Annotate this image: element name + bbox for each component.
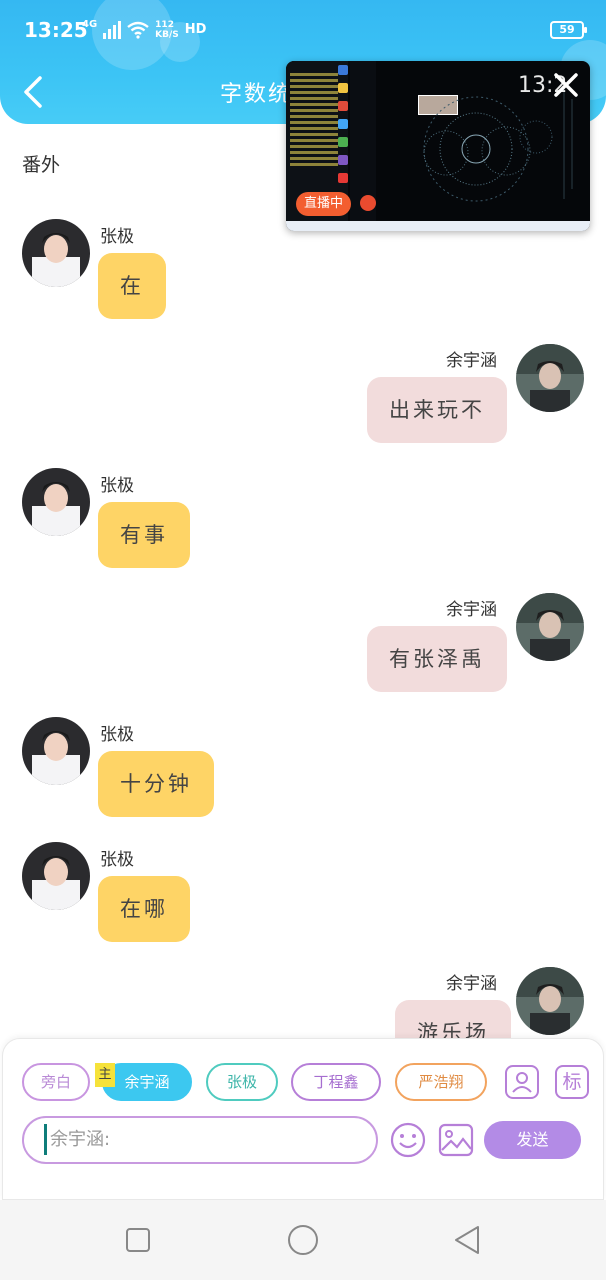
chat-bubble[interactable]: 有张泽禹 (367, 626, 507, 692)
wifi-icon (127, 21, 149, 39)
chat-bubble[interactable]: 在哪 (98, 876, 190, 942)
back-nav-icon[interactable] (450, 1222, 486, 1258)
avatar[interactable] (22, 468, 90, 536)
recents-icon[interactable] (120, 1222, 156, 1258)
network-type: 4G (82, 19, 98, 30)
avatar[interactable] (22, 717, 90, 785)
avatar[interactable] (516, 593, 584, 661)
system-nav-bar (0, 1200, 606, 1280)
avatar-photo (22, 717, 90, 785)
avatar-photo (516, 344, 584, 412)
person-icon[interactable] (505, 1065, 539, 1099)
net-speed-unit: KB/S (155, 30, 179, 40)
net-speed-value: 112 (155, 20, 174, 30)
sender-name: 张极 (100, 227, 134, 247)
avatar-photo (22, 468, 90, 536)
avatar-photo (516, 967, 584, 1035)
send-button[interactable]: 发送 (484, 1121, 581, 1159)
message-input[interactable]: 余宇涵: (22, 1116, 378, 1164)
status-time: 13:25 (24, 18, 88, 42)
live-screen-icons (338, 65, 350, 191)
label-button[interactable]: 标 (555, 1065, 589, 1099)
back-button[interactable] (18, 72, 48, 112)
close-icon[interactable] (552, 71, 580, 99)
avatar[interactable] (22, 842, 90, 910)
chat-bubble[interactable]: 有事 (98, 502, 190, 568)
hd-icon: HD (184, 22, 207, 37)
avatar-photo (22, 219, 90, 287)
live-screen-list (290, 73, 338, 169)
role-chip-dingchengxin[interactable]: 丁程鑫 (291, 1063, 381, 1101)
chat-bubble[interactable]: 出来玩不 (367, 377, 507, 443)
live-preview-window[interactable]: 13:2 直播中 (286, 61, 590, 231)
chat-bubble[interactable]: 在 (98, 253, 166, 319)
avatar-photo (516, 593, 584, 661)
text-caret (44, 1124, 47, 1155)
status-icons: 4G 112 KB/S HD (82, 19, 207, 41)
role-chip-yuyuhan[interactable]: 余宇涵 (102, 1063, 192, 1101)
role-chip-zhangji[interactable]: 张极 (206, 1063, 278, 1101)
avatar[interactable] (22, 219, 90, 287)
live-screen-taskbar (286, 221, 590, 231)
avatar[interactable] (516, 967, 584, 1035)
battery-icon: 59 (550, 21, 587, 39)
sender-name: 张极 (100, 476, 134, 496)
sender-name: 余宇涵 (446, 974, 497, 994)
image-icon[interactable] (438, 1122, 474, 1158)
live-screen-visual (423, 89, 573, 202)
sender-name: 余宇涵 (446, 600, 497, 620)
role-chip-yanhaoxiang[interactable]: 严浩翔 (395, 1063, 487, 1101)
sender-name: 余宇涵 (446, 351, 497, 371)
emoji-icon[interactable] (390, 1122, 426, 1158)
avatar[interactable] (516, 344, 584, 412)
home-icon[interactable] (285, 1222, 321, 1258)
avatar-photo (22, 842, 90, 910)
record-icon (360, 195, 376, 211)
chat-bubble[interactable]: 十分钟 (98, 751, 214, 817)
chat-subheading: 番外 (22, 154, 61, 176)
status-bar: 13:25 4G 112 KB/S HD 59 (0, 14, 606, 50)
sender-name: 张极 (100, 850, 134, 870)
label-button-text: 标 (562, 1071, 582, 1093)
role-chip-narrator[interactable]: 旁白 (22, 1063, 90, 1101)
main-role-tag: 主 (95, 1063, 115, 1087)
signal-icon (103, 21, 122, 39)
sender-name: 张极 (100, 725, 134, 745)
live-badge: 直播中 (296, 192, 352, 216)
net-speed: 112 KB/S (155, 20, 179, 40)
